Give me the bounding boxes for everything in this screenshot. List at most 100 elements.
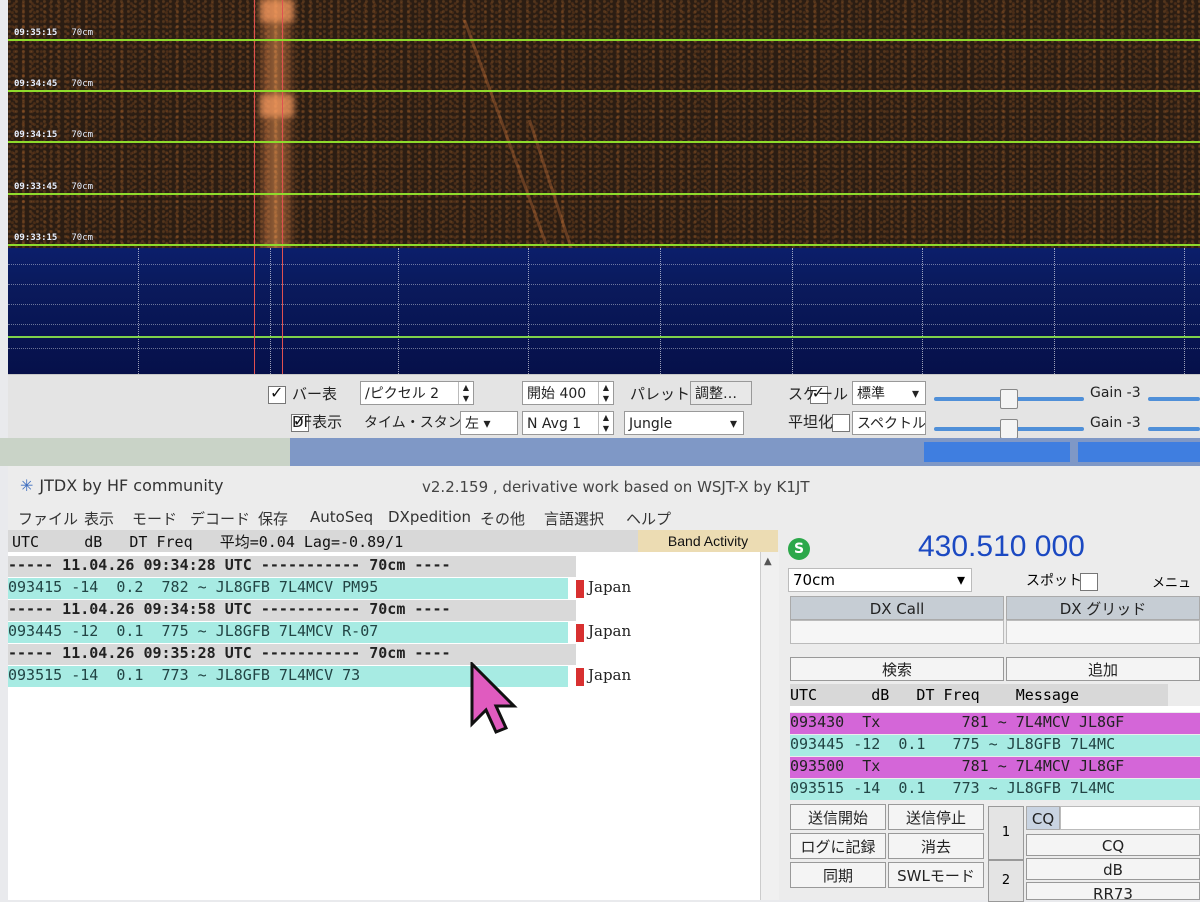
taskbar-item[interactable] xyxy=(1078,442,1200,462)
tx-row[interactable]: 093430 Tx 781 ~ 7L4MCV JL8GF xyxy=(790,713,1200,734)
menu-bar: ファイル 表示 モード デコード 保存 AutoSeq DXpedition そ… xyxy=(8,506,1200,530)
country-label: Japan xyxy=(588,578,632,596)
navg-spinbox[interactable]: N Avg 1 ▲ ▼ xyxy=(522,411,614,435)
dx-grid-input[interactable] xyxy=(1006,620,1200,644)
flatten-checkbox[interactable] xyxy=(832,413,851,432)
palette-select[interactable]: Jungle ▾ xyxy=(624,411,744,435)
map-fragment xyxy=(0,438,290,466)
menu-dxpedition[interactable]: DXpedition xyxy=(388,508,471,526)
grid-line xyxy=(1184,248,1186,374)
menu-help[interactable]: ヘルプ xyxy=(626,508,671,529)
grid-line xyxy=(792,248,794,374)
waterfall-period-line xyxy=(8,141,1200,143)
taskbar-item[interactable] xyxy=(924,442,1070,462)
menu-file[interactable]: ファイル xyxy=(18,508,78,529)
rx-row[interactable]: 093445 -12 0.1 775 ~ JL8GFB 7L4MC xyxy=(790,735,1200,756)
tx-row[interactable]: 093500 Tx 781 ~ 7L4MCV JL8GF xyxy=(790,757,1200,778)
cq-input[interactable] xyxy=(1060,806,1200,830)
grid-line xyxy=(1054,248,1056,374)
df-label: DF表示 xyxy=(292,413,343,431)
dx-grid-button[interactable]: DX グリッド xyxy=(1006,596,1200,620)
bar-checkbox[interactable] xyxy=(268,383,286,404)
sync-button[interactable]: 同期 xyxy=(790,862,886,888)
menu-save[interactable]: 保存 xyxy=(258,508,288,529)
scale-label: スケール xyxy=(788,385,849,403)
decode-row[interactable]: 093445 -12 0.1 775 ~ JL8GFB 7L4MCV R-07 xyxy=(8,622,568,643)
country-label: Japan xyxy=(588,622,632,640)
waterfall-period-line xyxy=(8,193,1200,195)
tab-1[interactable]: 1 xyxy=(988,806,1024,860)
waterfall-time-label: 09:33:45 70cm xyxy=(14,182,94,192)
spectrum-trace xyxy=(8,336,1200,338)
band-activity-header: UTC dB DT Freq 平均=0.04 Lag=-0.89/1 Band … xyxy=(8,530,778,552)
log-qso-button[interactable]: ログに記録 xyxy=(790,833,886,859)
frequency-display: 430.510 000 xyxy=(918,530,1085,563)
waterfall-time-label: 09:33:15 70cm xyxy=(14,233,94,243)
tx-stop-button[interactable]: 送信停止 xyxy=(888,804,984,830)
timestamp-label: タイム・スタンプ xyxy=(364,415,460,431)
palette-value: Jungle xyxy=(629,416,673,432)
menu-view[interactable]: 表示 xyxy=(84,508,114,529)
marker-icon xyxy=(576,668,584,686)
band-activity-list[interactable]: ----- 11.04.26 09:34:28 UTC ----------- … xyxy=(8,552,760,900)
bins-label: /ピクセル xyxy=(365,386,426,402)
grid-line xyxy=(270,248,272,374)
chevron-down-icon: ▾ xyxy=(956,570,965,589)
tx-start-button[interactable]: 送信開始 xyxy=(790,804,886,830)
slider-handle[interactable] xyxy=(1000,389,1018,409)
menu-other[interactable]: その他 xyxy=(480,508,525,529)
signal-burst xyxy=(260,95,294,117)
rr73-button[interactable]: RR73 xyxy=(1026,882,1200,900)
scale-select[interactable]: 標準 ▾ xyxy=(852,381,926,405)
mouse-pointer-icon xyxy=(470,662,518,734)
chevron-down-icon: ▾ xyxy=(483,416,491,432)
slider-handle[interactable] xyxy=(1000,419,1018,439)
cq-small-button[interactable]: CQ xyxy=(1026,806,1060,830)
waterfall-time-label: 09:35:15 70cm xyxy=(14,28,94,38)
gain-slider-extra[interactable] xyxy=(1148,397,1200,401)
band-select[interactable]: 70cm ▾ xyxy=(788,568,972,592)
cq-button[interactable]: CQ xyxy=(1026,834,1200,856)
spot-checkbox[interactable] xyxy=(1080,572,1098,591)
bins-per-pixel-spinbox[interactable]: /ピクセル 2 ▲ ▼ xyxy=(360,381,474,405)
adjust-button[interactable]: 調整… xyxy=(690,381,752,405)
jtdx-logo-icon: ✳ xyxy=(20,476,34,495)
waterfall-display[interactable]: 09:35:15 70cm 09:34:45 70cm 09:34:15 70cm 0… xyxy=(8,0,1200,248)
tab-2[interactable]: 2 xyxy=(988,860,1024,902)
dx-call-input[interactable] xyxy=(790,620,1004,644)
add-button[interactable]: 追加 xyxy=(1006,657,1200,681)
timestamp-select[interactable]: 左 ▾ xyxy=(460,411,518,435)
tx-frequency-marker xyxy=(282,0,283,248)
marker-icon xyxy=(576,624,584,642)
rx-row[interactable]: 093515 -14 0.1 773 ~ JL8GFB 7L4MC xyxy=(790,779,1200,800)
start-label: 開始 400 xyxy=(527,386,587,402)
menu-mode[interactable]: モード xyxy=(132,508,177,529)
waterfall-noise xyxy=(8,0,1200,248)
waterfall-time-label: 09:34:15 70cm xyxy=(14,130,94,140)
menu-decode[interactable]: デコード xyxy=(190,508,250,529)
spectrum-graph[interactable] xyxy=(8,248,1200,374)
spin-arrows-icon[interactable]: ▲ ▼ xyxy=(458,382,473,404)
signal-trace xyxy=(256,0,296,248)
marker-icon xyxy=(576,580,584,598)
desktop-background xyxy=(0,438,1200,466)
db-button[interactable]: dB xyxy=(1026,858,1200,880)
menu-autoseq[interactable]: AutoSeq xyxy=(310,508,373,526)
rx-frequency-header: UTC dB DT Freq Message xyxy=(790,684,1168,706)
gain-slider-extra[interactable] xyxy=(1148,427,1200,431)
spin-arrows-icon[interactable]: ▲ ▼ xyxy=(598,412,613,434)
waterfall-period-line xyxy=(8,90,1200,92)
start-spinbox[interactable]: 開始 400 ▲ ▼ xyxy=(522,381,614,405)
grid-line xyxy=(922,248,924,374)
grid-line xyxy=(528,248,530,374)
spectrum-select[interactable]: スペクトル xyxy=(852,411,926,435)
decode-row[interactable]: 093415 -14 0.2 782 ~ JL8GFB 7L4MCV PM95 xyxy=(8,578,568,599)
dx-call-button[interactable]: DX Call xyxy=(790,596,1004,620)
menu-language[interactable]: 言語選択 xyxy=(544,508,604,529)
spin-arrows-icon[interactable]: ▲ ▼ xyxy=(598,382,613,404)
erase-button[interactable]: 消去 xyxy=(888,833,984,859)
scroll-up-icon[interactable]: ▲ xyxy=(764,556,772,567)
swl-mode-button[interactable]: SWLモード xyxy=(888,862,984,888)
search-button[interactable]: 検索 xyxy=(790,657,1004,681)
band-activity-scrollbar[interactable]: ▲ xyxy=(760,552,779,900)
